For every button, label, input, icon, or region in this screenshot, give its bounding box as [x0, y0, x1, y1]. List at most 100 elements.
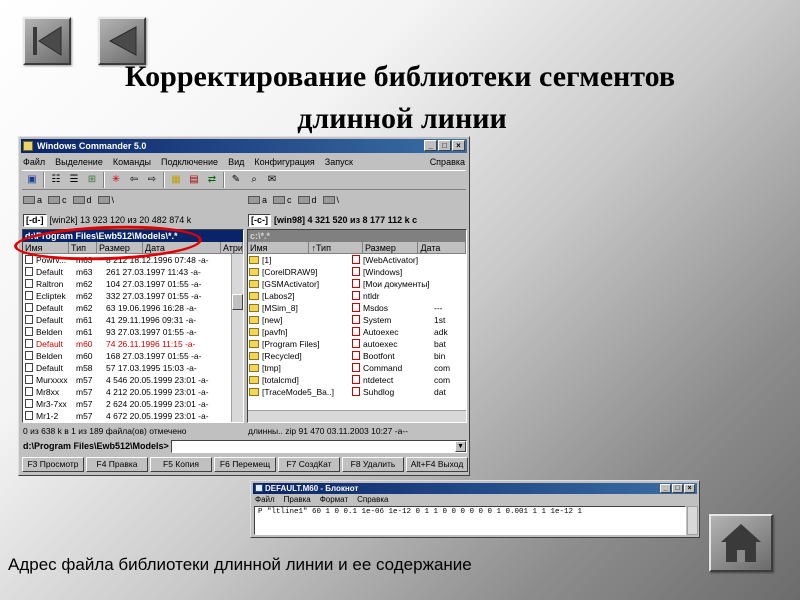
refresh-icon[interactable]: ▣	[25, 173, 39, 187]
drive-a-left[interactable]: a	[23, 195, 42, 205]
list-item[interactable]: adk	[434, 326, 454, 338]
list-item[interactable]: [pavfn]	[248, 326, 348, 338]
f3-view-button[interactable]: F3 Просмотр	[22, 457, 84, 472]
ftp-icon[interactable]: ⇄	[205, 173, 219, 187]
col-date-right[interactable]: Дата	[418, 242, 466, 253]
drive-d-right[interactable]: d	[297, 195, 317, 205]
list-item[interactable]: [totalcmd]	[248, 374, 348, 386]
table-row[interactable]: Belden m61 93 27.03.1997 01:55 -a-	[23, 326, 243, 338]
np-menu-edit[interactable]: Правка	[284, 495, 311, 505]
list-item[interactable]	[434, 254, 454, 266]
table-row[interactable]: Raltron m62 104 27.03.1997 01:55 -a-	[23, 278, 243, 290]
list-item[interactable]: com	[434, 362, 454, 374]
right-file-panel[interactable]: c:\*.* Имя ↑Тип Размер Дата [1] [CorelDRA…	[247, 229, 467, 423]
list-item[interactable]: ---	[434, 302, 454, 314]
table-row[interactable]: Murxxxx m57 4 546 20.05.1999 23:01 -a-	[23, 374, 243, 386]
list-item[interactable]: [CorelDRAW9]	[248, 266, 348, 278]
table-row[interactable]: Default m62 63 19.06.1996 16:28 -a-	[23, 302, 243, 314]
drive-a-right[interactable]: a	[248, 195, 267, 205]
f4-edit-button[interactable]: F4 Правка	[86, 457, 148, 472]
list-item[interactable]: [Program Files]	[248, 338, 348, 350]
left-vertical-scrollbar[interactable]	[231, 254, 243, 422]
minimize-button[interactable]: _	[424, 140, 437, 151]
list-item[interactable]: [Windows]	[350, 266, 440, 278]
table-row[interactable]: Belden m60 168 27.03.1997 01:55 -a-	[23, 350, 243, 362]
list-item[interactable]: [TraceMode5_Ba..]	[248, 386, 348, 398]
list-item[interactable]: [WebActivator]	[350, 254, 440, 266]
list-item[interactable]: [Мои документы]	[350, 278, 440, 290]
f5-copy-button[interactable]: F5 Копия	[150, 457, 212, 472]
f6-move-button[interactable]: F6 Перемещ	[214, 457, 276, 472]
menu-help[interactable]: Справка	[430, 156, 465, 168]
np-close-button[interactable]: ×	[684, 484, 695, 493]
list-item[interactable]: com	[434, 374, 454, 386]
right-horizontal-scrollbar[interactable]	[248, 410, 466, 422]
list-item[interactable]: System	[350, 314, 440, 326]
list-item[interactable]: Suhdlog	[350, 386, 440, 398]
drive-c-left[interactable]: c	[48, 195, 67, 205]
full-view-icon[interactable]: ☰	[67, 173, 81, 187]
f7-mkdir-button[interactable]: F7 СоздКат	[278, 457, 340, 472]
chevron-down-icon[interactable]: ▼	[455, 440, 466, 452]
left-drive-select[interactable]: [-d-]	[23, 213, 47, 227]
table-row[interactable]: Default m63 261 27.03.1997 11:43 -a-	[23, 266, 243, 278]
list-item[interactable]: [GSMActivator]	[248, 278, 348, 290]
edit-icon[interactable]: ✎	[229, 173, 243, 187]
list-item[interactable]: dat	[434, 386, 454, 398]
drive-net-left[interactable]: \	[97, 195, 114, 205]
unpack-icon[interactable]: ▤	[187, 173, 201, 187]
menu-config[interactable]: Конфигурация	[254, 156, 314, 168]
menu-select[interactable]: Выделение	[55, 156, 103, 168]
table-row[interactable]: Mr8xx m57 4 212 20.05.1999 23:01 -a-	[23, 386, 243, 398]
list-item[interactable]: bat	[434, 338, 454, 350]
list-item[interactable]: [tmp]	[248, 362, 348, 374]
prev-slide-button[interactable]	[98, 17, 146, 65]
np-menu-help[interactable]: Справка	[357, 495, 388, 505]
list-item[interactable]: bin	[434, 350, 454, 362]
list-item[interactable]: ntdetect	[350, 374, 440, 386]
menu-commands[interactable]: Команды	[113, 156, 151, 168]
table-row[interactable]: Ecliptek m62 332 27.03.1997 01:55 -a-	[23, 290, 243, 302]
np-menu-file[interactable]: Файл	[255, 495, 275, 505]
np-maximize-button[interactable]: □	[672, 484, 683, 493]
np-menu-format[interactable]: Формат	[320, 495, 348, 505]
table-row[interactable]: Default m61 41 29.11.1996 09:31 -a-	[23, 314, 243, 326]
notepad-text-area[interactable]: P "ltline1" 60 1 0 0.1 1e-06 1e-12 0 1 1…	[254, 506, 686, 535]
list-item[interactable]	[434, 290, 454, 302]
list-item[interactable]	[434, 266, 454, 278]
altf4-exit-button[interactable]: Alt+F4 Выход	[406, 457, 468, 472]
drive-c-right[interactable]: c	[273, 195, 292, 205]
col-name-right[interactable]: Имя	[248, 242, 310, 253]
mail-icon[interactable]: ✉	[265, 173, 279, 187]
table-row[interactable]: Default m60 74 26.11.1996 11:15 -a-	[23, 338, 243, 350]
list-item[interactable]: Autoexec	[350, 326, 440, 338]
list-item[interactable]: ntldr	[350, 290, 440, 302]
f8-delete-button[interactable]: F8 Удалить	[342, 457, 404, 472]
list-item[interactable]: Msdos	[350, 302, 440, 314]
pack-icon[interactable]: ▦	[169, 173, 183, 187]
col-type-right[interactable]: ↑Тип	[309, 242, 363, 253]
select-icon[interactable]: ✳	[109, 173, 123, 187]
list-item[interactable]: [Recycled]	[248, 350, 348, 362]
list-item[interactable]: [MSim_8]	[248, 302, 348, 314]
table-row[interactable]: Mr3-7xx m57 2 624 20.05.1999 23:01 -a-	[23, 398, 243, 410]
notepad-scrollbar[interactable]	[687, 506, 698, 535]
list-item[interactable]: autoexec	[350, 338, 440, 350]
brief-view-icon[interactable]: ☷	[49, 173, 63, 187]
list-item[interactable]	[434, 278, 454, 290]
list-item[interactable]: 1st	[434, 314, 454, 326]
right-drive-select[interactable]: [-c-]	[248, 213, 271, 227]
table-row[interactable]: Default m58 57 17.03.1995 15:03 -a-	[23, 362, 243, 374]
home-button[interactable]	[709, 514, 773, 572]
list-item[interactable]: [new]	[248, 314, 348, 326]
wc-titlebar[interactable]: Windows Commander 5.0 _ □ ×	[21, 139, 467, 153]
menu-net[interactable]: Подключение	[161, 156, 218, 168]
list-item[interactable]: Command	[350, 362, 440, 374]
drive-net-right[interactable]: \	[322, 195, 339, 205]
col-size-right[interactable]: Размер	[363, 242, 419, 253]
list-item[interactable]: [Labos2]	[248, 290, 348, 302]
menu-start[interactable]: Запуск	[325, 156, 353, 168]
right-current-path[interactable]: c:\*.*	[248, 230, 466, 242]
np-minimize-button[interactable]: _	[660, 484, 671, 493]
table-row[interactable]: Mr1-2 m57 4 672 20.05.1999 23:01 -a-	[23, 410, 243, 422]
